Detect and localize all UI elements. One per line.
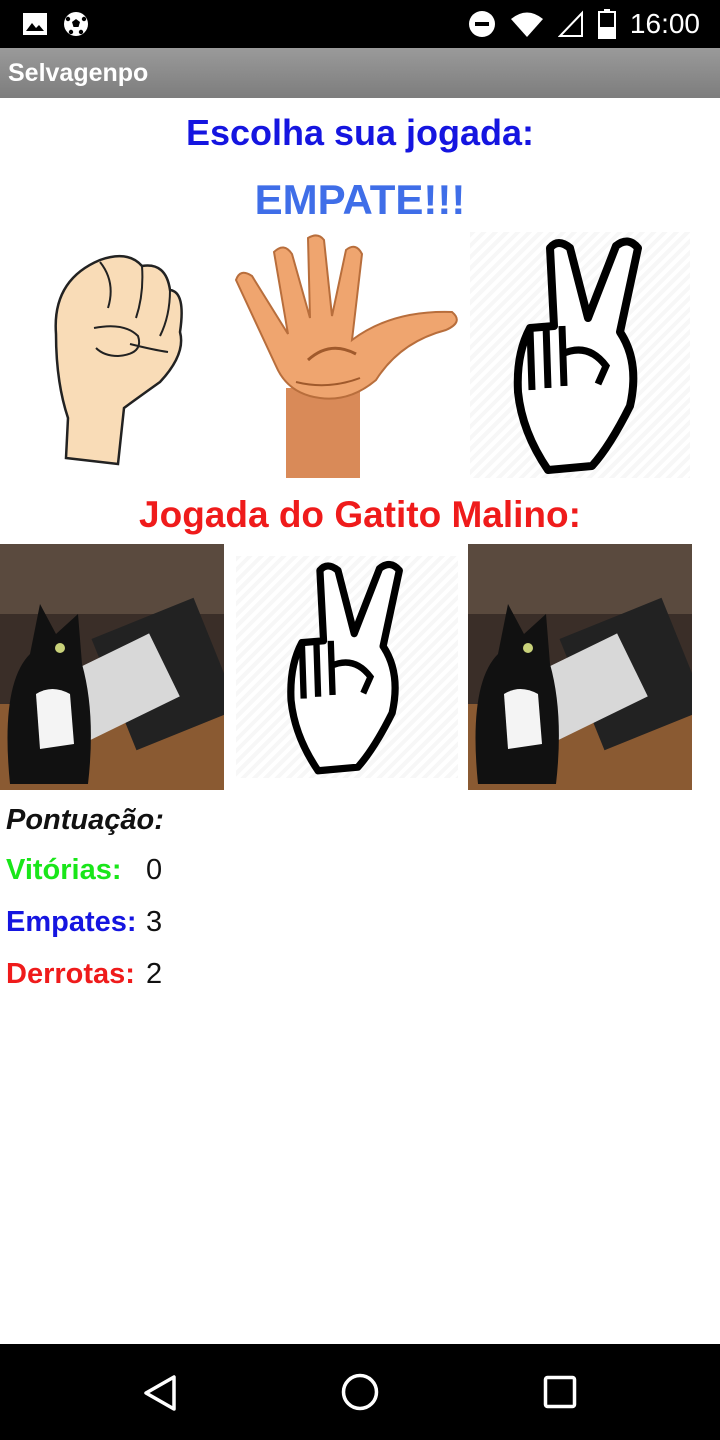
do-not-disturb-icon bbox=[468, 11, 495, 37]
draws-label: Empates: bbox=[6, 906, 137, 938]
wins-value: 0 bbox=[146, 854, 163, 886]
scissors-button[interactable] bbox=[470, 232, 690, 478]
wifi-icon bbox=[510, 12, 543, 37]
wins-label: Vitórias: bbox=[6, 854, 122, 886]
opponent-image-right bbox=[468, 544, 707, 790]
back-icon[interactable] bbox=[142, 1374, 178, 1412]
scissors-hand-image bbox=[513, 237, 642, 474]
paper-hand-image bbox=[234, 234, 458, 478]
opponent-choice bbox=[236, 556, 458, 778]
app-title: Selvagenpo bbox=[8, 59, 149, 87]
opponent-image-left bbox=[0, 544, 239, 790]
clock: 16:00 bbox=[629, 8, 700, 39]
rock-hand-image bbox=[54, 254, 183, 466]
opponent-heading: Jogada do Gatito Malino: bbox=[139, 494, 581, 535]
navigation-bar bbox=[0, 1344, 720, 1440]
rock-button[interactable] bbox=[20, 232, 220, 478]
result-text: EMPATE!!! bbox=[254, 176, 466, 223]
draws-value: 3 bbox=[146, 906, 163, 938]
scissors-hand-image bbox=[287, 560, 403, 775]
home-icon[interactable] bbox=[340, 1372, 380, 1412]
draws-row: Empates: 3 bbox=[6, 906, 162, 939]
wins-row: Vitórias: 0 bbox=[6, 854, 162, 887]
cat-at-computer-image bbox=[468, 544, 707, 790]
losses-row: Derrotas: 2 bbox=[6, 958, 162, 991]
paper-button[interactable] bbox=[232, 232, 460, 478]
cat-at-computer-image bbox=[0, 544, 239, 790]
status-bar: 16:00 bbox=[0, 0, 720, 48]
image-icon bbox=[23, 13, 47, 35]
prompt-heading: Escolha sua jogada: bbox=[185, 112, 535, 153]
soccer-ball-icon bbox=[64, 12, 88, 36]
battery-icon bbox=[597, 9, 616, 39]
losses-value: 2 bbox=[146, 958, 163, 990]
signal-icon bbox=[557, 10, 583, 37]
recents-icon[interactable] bbox=[543, 1375, 577, 1409]
score-title: Pontuação: bbox=[6, 804, 164, 836]
losses-label: Derrotas: bbox=[6, 958, 135, 990]
app-bar: Selvagenpo bbox=[0, 48, 720, 98]
